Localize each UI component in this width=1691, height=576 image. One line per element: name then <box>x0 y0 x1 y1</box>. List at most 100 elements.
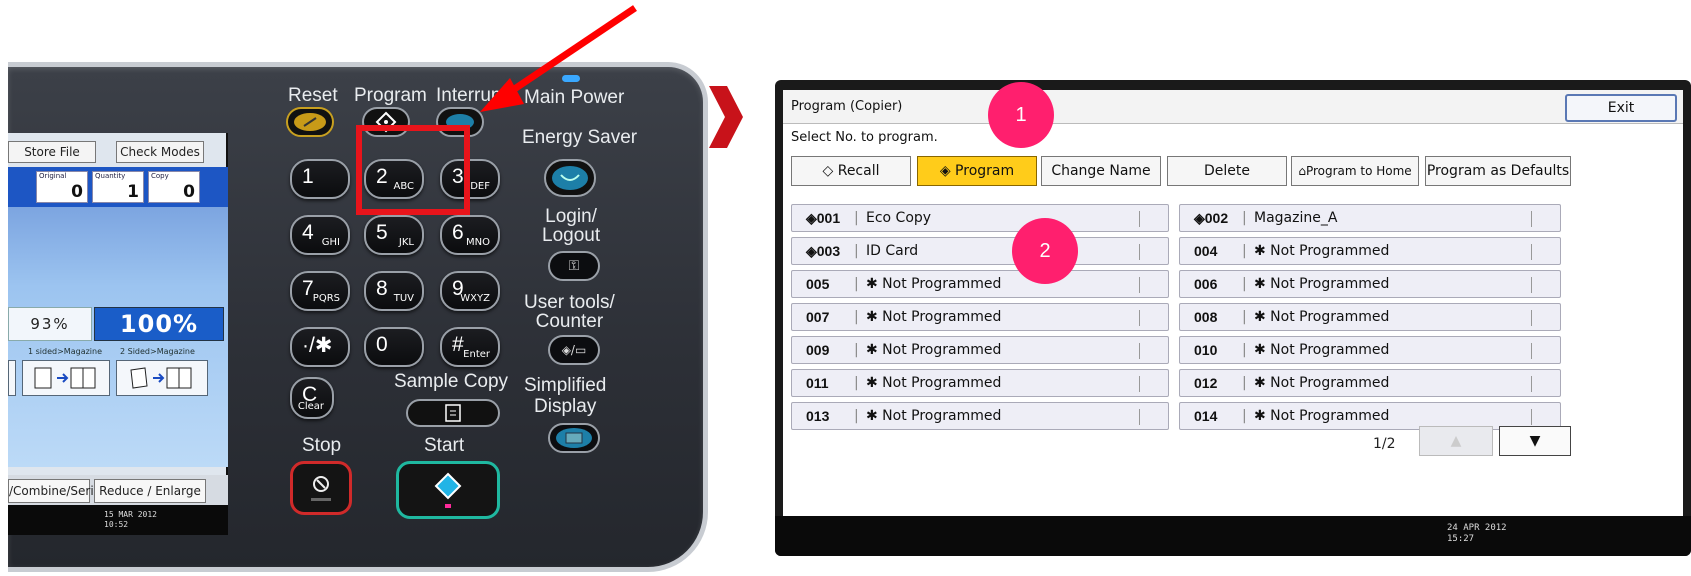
slot-divider <box>1139 277 1140 293</box>
program-slot[interactable]: 012 | ✱ Not Programmed <box>1179 369 1561 397</box>
ratio-93-button[interactable]: 93% <box>8 307 92 341</box>
program-as-defaults-button[interactable]: Program as Defaults <box>1425 156 1571 186</box>
program-slot[interactable]: 006 | ✱ Not Programmed <box>1179 270 1561 298</box>
program-slot[interactable]: 013 | ✱ Not Programmed <box>791 402 1169 430</box>
original-counter: Original 0 <box>36 171 88 203</box>
program-slot-number: 012 <box>1194 375 1218 391</box>
program-to-home-button[interactable]: ⌂Program to Home <box>1291 156 1419 186</box>
keypad-key[interactable]: 0 <box>364 327 424 367</box>
keypad-key[interactable]: 7 PQRS <box>290 271 350 311</box>
program-slot-number: 009 <box>806 342 830 358</box>
keypad-key[interactable]: 6 MNO <box>440 215 500 255</box>
counter-strip: Original 0 Quantity 1 Copy 0 <box>8 167 228 207</box>
simplified-display-button[interactable] <box>548 423 600 453</box>
login-key-icon: ⚿ <box>568 258 580 274</box>
delete-button[interactable]: Delete <box>1167 156 1287 186</box>
instruction-text: Select No. to program. <box>791 130 938 145</box>
keypad-key-letters: WXYZ <box>460 293 490 304</box>
keypad-key[interactable]: # Enter <box>440 327 500 367</box>
magazine-1-sided-button[interactable] <box>22 360 110 396</box>
keypad-key[interactable]: 8 TUV <box>364 271 424 311</box>
magazine-2-sided-button[interactable] <box>116 360 208 396</box>
keypad-key[interactable]: 1 <box>290 159 350 199</box>
page-down-button[interactable]: ▼ <box>1499 426 1571 456</box>
simplified-display-icon <box>556 428 592 448</box>
keypad-key-digit: # <box>452 333 464 356</box>
program-slot-name: ✱ Not Programmed <box>866 408 1002 424</box>
combine-series-tab[interactable]: /Combine/Series <box>8 479 107 503</box>
store-file-button[interactable]: Store File <box>8 141 96 163</box>
lcd-date: 15 MAR 2012 <box>104 510 157 519</box>
sample-copy-button[interactable] <box>406 399 500 427</box>
program-slot[interactable]: ◈002 | Magazine_A <box>1179 204 1561 232</box>
program-slot-number: 013 <box>806 408 830 424</box>
keypad-key[interactable]: 4 GHI <box>290 215 350 255</box>
energy-saver-button[interactable] <box>544 159 596 197</box>
slot-separator: | <box>1242 408 1247 424</box>
check-modes-button[interactable]: Check Modes <box>116 141 204 163</box>
program-slot-number: ◈002 <box>1194 210 1229 226</box>
program-slot-name: ✱ Not Programmed <box>866 276 1002 292</box>
slot-divider <box>1531 376 1532 392</box>
slot-separator: | <box>854 210 859 226</box>
login-logout-button[interactable]: ⚿ <box>548 251 600 281</box>
reset-icon <box>294 113 326 131</box>
program-slot-name: ✱ Not Programmed <box>1254 276 1390 292</box>
program-slot[interactable]: 011 | ✱ Not Programmed <box>791 369 1169 397</box>
keypad-key-digit: 8 <box>376 277 388 300</box>
reduce-enlarge-tab[interactable]: Reduce / Enlarge <box>94 479 206 503</box>
program-slot[interactable]: 009 | ✱ Not Programmed <box>791 336 1169 364</box>
start-button[interactable] <box>396 461 500 519</box>
user-tools-button[interactable]: ◈/▭ <box>548 335 600 365</box>
program-slot-name: ID Card <box>866 243 919 259</box>
ratio-100-button[interactable]: 100% <box>94 307 224 341</box>
slot-separator: | <box>854 276 859 292</box>
stop-button[interactable] <box>290 461 352 515</box>
program-slot[interactable]: 007 | ✱ Not Programmed <box>791 303 1169 331</box>
program-slot-name: ✱ Not Programmed <box>1254 342 1390 358</box>
program-slot-number: 014 <box>1194 408 1218 424</box>
screen-title: Program (Copier) <box>791 99 903 114</box>
keypad-key-digit: ·/✱ <box>302 334 333 357</box>
recall-button[interactable]: ◇ Recall <box>791 156 911 186</box>
program-slot-name: ✱ Not Programmed <box>866 342 1002 358</box>
keypad-key-letters: TUV <box>393 293 414 304</box>
keypad-key-letters: GHI <box>321 237 340 248</box>
user-tools-icon: ◈/▭ <box>561 343 587 357</box>
keypad-key-digit: 1 <box>302 165 314 188</box>
keypad-key[interactable]: 9 WXYZ <box>440 271 500 311</box>
ratio-row: 93% 100% <box>8 307 228 341</box>
exit-button[interactable]: Exit <box>1565 94 1677 122</box>
keypad-key[interactable]: 5 JKL <box>364 215 424 255</box>
home-icon: ⌂ <box>1298 164 1306 178</box>
program-slot[interactable]: ◈001 | Eco Copy <box>791 204 1169 232</box>
keypad-key-letters: Enter <box>463 349 490 360</box>
quantity-counter: Quantity 1 <box>92 171 144 203</box>
keypad-key[interactable]: ·/✱ <box>290 327 350 367</box>
slot-separator: | <box>1242 276 1247 292</box>
program-slot-number: 011 <box>806 375 829 391</box>
start-icon <box>434 472 462 508</box>
change-name-button[interactable]: Change Name <box>1041 156 1161 186</box>
program-copier-screen: Program (Copier) Exit Select No. to prog… <box>775 80 1691 556</box>
magazine-2-icon <box>130 367 192 389</box>
prev-option-edge[interactable] <box>8 360 16 396</box>
slot-divider <box>1531 409 1532 425</box>
reset-button[interactable] <box>286 107 334 137</box>
program-slot-number: 006 <box>1194 276 1218 292</box>
slot-divider <box>1139 376 1140 392</box>
program-label: Program <box>354 85 427 106</box>
program-slot-number: 008 <box>1194 309 1218 325</box>
login-logout-label: Login/ Logout <box>542 206 601 246</box>
program-slot[interactable]: 010 | ✱ Not Programmed <box>1179 336 1561 364</box>
callout-badge-1: 1 <box>988 82 1054 148</box>
sample-copy-icon <box>445 404 461 422</box>
keypad-key[interactable]: C Clear <box>290 377 334 419</box>
program-tab-button[interactable]: ◈ Program <box>917 156 1037 186</box>
program-slot[interactable]: 005 | ✱ Not Programmed <box>791 270 1169 298</box>
keypad-key-letters: Clear <box>297 401 324 412</box>
page-up-button[interactable]: ▲ <box>1419 426 1493 456</box>
program-slot[interactable]: 004 | ✱ Not Programmed <box>1179 237 1561 265</box>
program-slot[interactable]: ◈003 | ID Card <box>791 237 1169 265</box>
program-slot[interactable]: 008 | ✱ Not Programmed <box>1179 303 1561 331</box>
